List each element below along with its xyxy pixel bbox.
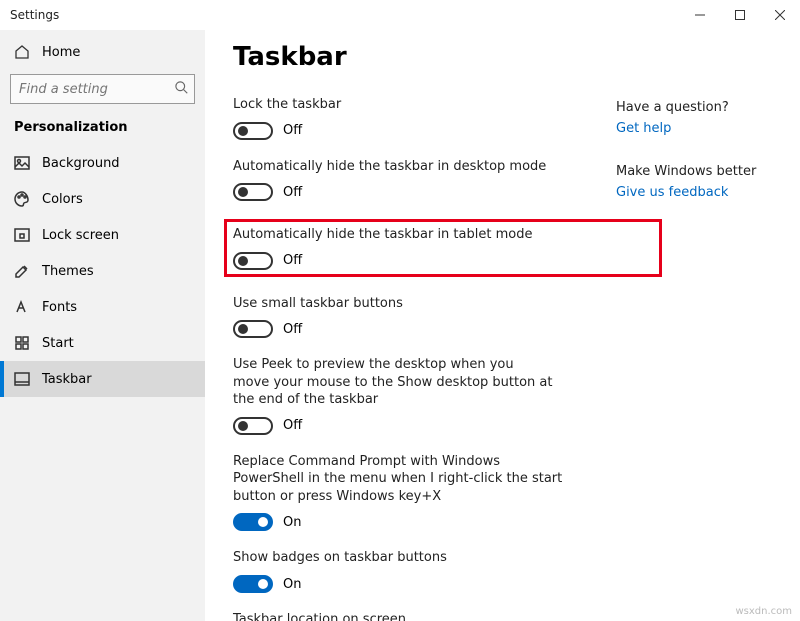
home-icon	[14, 44, 30, 60]
sidebar-item-label: Fonts	[42, 300, 77, 315]
toggle-autohide-desktop[interactable]	[233, 183, 273, 201]
get-help-link[interactable]: Get help	[616, 121, 766, 136]
setting-peek-preview: Use Peek to preview the desktop when you…	[233, 356, 772, 435]
sidebar-section-header: Personalization	[0, 116, 205, 145]
sidebar-item-fonts[interactable]: Fonts	[0, 289, 205, 325]
sidebar-item-lockscreen[interactable]: Lock screen	[0, 217, 205, 253]
home-nav[interactable]: Home	[0, 38, 205, 66]
palette-icon	[14, 191, 30, 207]
watermark: wsxdn.com	[735, 606, 792, 617]
setting-powershell: Replace Command Prompt with Windows Powe…	[233, 453, 772, 532]
search-wrap	[10, 74, 195, 104]
window-controls	[680, 0, 800, 30]
toggle-state: Off	[283, 185, 302, 200]
setting-taskbar-location: Taskbar location on screen Bottom	[233, 611, 772, 621]
toggle-lock-taskbar[interactable]	[233, 122, 273, 140]
setting-label: Show badges on taskbar buttons	[233, 549, 772, 567]
right-column: Have a question? Get help Make Windows b…	[616, 100, 766, 228]
sidebar-item-label: Background	[42, 156, 120, 171]
main-panel: Taskbar Lock the taskbar Off Automatical…	[205, 30, 800, 621]
window-title: Settings	[10, 8, 59, 22]
sidebar-item-label: Taskbar	[42, 372, 92, 387]
question-header: Have a question?	[616, 100, 766, 115]
sidebar-item-start[interactable]: Start	[0, 325, 205, 361]
toggle-state: On	[283, 577, 301, 592]
toggle-powershell[interactable]	[233, 513, 273, 531]
setting-autohide-tablet: Automatically hide the taskbar in tablet…	[224, 219, 662, 277]
sidebar: Home Personalization Background Colors L…	[0, 30, 205, 621]
setting-badges: Show badges on taskbar buttons On	[233, 549, 772, 593]
minimize-button[interactable]	[680, 0, 720, 30]
setting-label: Replace Command Prompt with Windows Powe…	[233, 453, 573, 506]
setting-label: Use Peek to preview the desktop when you…	[233, 356, 553, 409]
toggle-autohide-tablet[interactable]	[233, 252, 273, 270]
sidebar-item-label: Start	[42, 336, 74, 351]
sidebar-item-themes[interactable]: Themes	[0, 253, 205, 289]
lockscreen-icon	[14, 227, 30, 243]
page-title: Taskbar	[233, 42, 772, 72]
home-label: Home	[42, 45, 80, 60]
toggle-state: Off	[283, 322, 302, 337]
toggle-state: Off	[283, 123, 302, 138]
maximize-button[interactable]	[720, 0, 760, 30]
sidebar-item-taskbar[interactable]: Taskbar	[0, 361, 205, 397]
setting-label: Automatically hide the taskbar in tablet…	[233, 226, 653, 244]
close-button[interactable]	[760, 0, 800, 30]
sidebar-item-background[interactable]: Background	[0, 145, 205, 181]
search-icon	[175, 81, 189, 95]
dropdown-label: Taskbar location on screen	[233, 611, 772, 621]
toggle-small-buttons[interactable]	[233, 320, 273, 338]
taskbar-icon	[14, 371, 30, 387]
toggle-state: Off	[283, 253, 302, 268]
toggle-state: Off	[283, 418, 302, 433]
sidebar-item-label: Colors	[42, 192, 83, 207]
fonts-icon	[14, 299, 30, 315]
sidebar-item-label: Themes	[42, 264, 94, 279]
feedback-header: Make Windows better	[616, 164, 766, 179]
setting-small-buttons: Use small taskbar buttons Off	[233, 295, 772, 339]
sidebar-item-colors[interactable]: Colors	[0, 181, 205, 217]
toggle-badges[interactable]	[233, 575, 273, 593]
sidebar-item-label: Lock screen	[42, 228, 119, 243]
toggle-state: On	[283, 515, 301, 530]
picture-icon	[14, 155, 30, 171]
toggle-peek-preview[interactable]	[233, 417, 273, 435]
themes-icon	[14, 263, 30, 279]
search-input[interactable]	[10, 74, 195, 104]
setting-label: Use small taskbar buttons	[233, 295, 772, 313]
title-bar: Settings	[0, 0, 800, 30]
feedback-link[interactable]: Give us feedback	[616, 185, 766, 200]
start-icon	[14, 335, 30, 351]
